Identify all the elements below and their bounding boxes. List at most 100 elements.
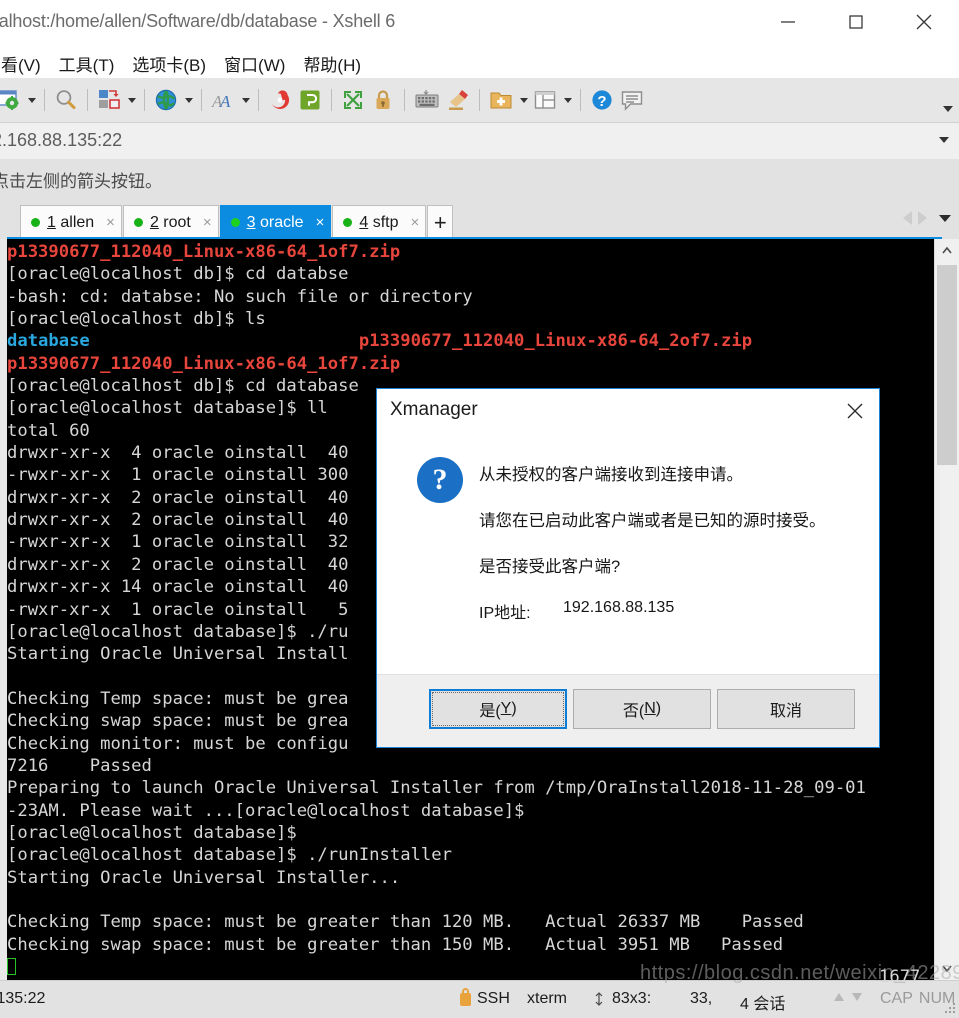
no-accelerator: N [644, 700, 656, 717]
no-label-pre: 否( [622, 703, 645, 720]
scroll-up-icon[interactable] [935, 239, 959, 263]
menu-item-tabs[interactable]: 选项卡(B) [123, 50, 215, 77]
terminal-line: -23AM. Please wait ...[oracle@localhost … [7, 800, 525, 821]
tab-allen[interactable]: 1 allen × [20, 205, 122, 239]
tab-root[interactable]: 2 root × [122, 205, 219, 239]
tab-label: 3 oracle [247, 214, 304, 232]
hint-text: 点击左侧的箭头按钮。 [0, 172, 162, 191]
terminal-left-gutter [0, 239, 7, 980]
help-button[interactable]: ? [587, 78, 617, 122]
dialog-message-line-3: 是否接受此客户端? [479, 558, 621, 576]
new-session-button[interactable] [0, 78, 24, 122]
file-transfer-button[interactable] [94, 78, 124, 122]
menu-item-view[interactable]: 看(V) [0, 50, 50, 77]
toolbar-overflow-icon[interactable] [943, 106, 953, 112]
scrollbar-thumb[interactable] [937, 265, 957, 465]
address-input[interactable]: 2.168.88.135:22 [0, 130, 122, 151]
lock-button[interactable] [368, 78, 398, 122]
terminal-line: Checking Temp space: must be greater tha… [7, 912, 804, 933]
font-dropdown-icon[interactable] [242, 97, 250, 103]
dialog-title-bar: Xmanager [377, 389, 879, 433]
upload-arrow-icon [834, 993, 844, 1001]
status-size: 83x3: [592, 990, 651, 1008]
fullscreen-button[interactable] [338, 78, 368, 122]
dialog-ip-label: IP地址: [479, 605, 531, 622]
dialog-ip-value: 192.168.88.135 [563, 599, 675, 616]
xmanager-dialog: Xmanager ? 从未授权的客户端接收到连接申请。 请您在已启动此客户端或者… [376, 388, 880, 748]
highlight-button[interactable] [443, 78, 473, 122]
new-session-dropdown-icon[interactable] [28, 97, 36, 103]
menu-item-tools[interactable]: 工具(T) [50, 50, 124, 77]
tab-sftp[interactable]: 4 sftp × [332, 205, 427, 239]
yes-label-pre: 是( [479, 703, 501, 720]
dialog-message-line-1: 从未授权的客户端接收到连接申请。 [479, 466, 743, 484]
tab-close-icon[interactable]: × [106, 215, 115, 230]
tab-label: 4 sftp [359, 214, 398, 232]
tab-scroll-left-icon[interactable] [903, 211, 912, 225]
terminal-line: [oracle@localhost database]$ ./runInstal… [7, 845, 452, 866]
chat-button[interactable] [617, 78, 647, 122]
tab-status-dot [343, 218, 353, 227]
tab-oracle[interactable]: 3 oracle × [219, 205, 332, 239]
terminal-line: p13390677_112040_Linux-x86-64_1of7.zip [7, 353, 401, 374]
terminal-cursor-line [7, 956, 935, 976]
dialog-yes-button[interactable]: 是(Y) [429, 689, 567, 729]
yes-label-post: ) [511, 700, 517, 717]
terminal-line: p13390677_112040_Linux-x86-64_1of7.zip [7, 242, 401, 262]
tab-number: 1 [47, 213, 56, 231]
dialog-no-button[interactable]: 否(N) [573, 689, 711, 729]
tab-scroll-right-icon[interactable] [918, 211, 927, 225]
dialog-cancel-button[interactable]: 取消 [717, 689, 855, 729]
menu-item-window[interactable]: 窗口(W) [215, 50, 294, 77]
layout-dropdown-icon[interactable] [564, 97, 572, 103]
tab-bar: 1 allen × 2 root × 3 oracle × 4 sftp × + [0, 199, 959, 239]
web-dropdown-icon[interactable] [185, 97, 193, 103]
font-button[interactable]: A A [208, 78, 238, 122]
menu-bar: 看(V) 工具(T) 选项卡(B) 窗口(W) 帮助(H) [0, 44, 959, 78]
new-folder-dropdown-icon[interactable] [520, 97, 528, 103]
menu-item-help[interactable]: 帮助(H) [294, 50, 370, 77]
minimize-button[interactable] [755, 0, 821, 44]
status-size-label: 83x3: [612, 990, 652, 1007]
toolbar-separator [580, 89, 581, 111]
web-button[interactable] [151, 78, 181, 122]
status-position-label: 33, [690, 990, 713, 1007]
tab-close-icon[interactable]: × [316, 215, 325, 230]
status-protocol-label: SSH [477, 990, 510, 1007]
maximize-button[interactable] [823, 0, 889, 44]
tab-close-icon[interactable]: × [203, 215, 212, 230]
file-transfer-dropdown-icon[interactable] [128, 97, 136, 103]
title-bar: calhost:/home/allen/Software/db/database… [0, 0, 959, 44]
yes-accelerator: Y [500, 700, 512, 717]
status-emulation: xterm [527, 990, 567, 1007]
new-tab-button[interactable]: + [427, 205, 454, 239]
xshell-button[interactable] [265, 78, 295, 122]
tab-number: 3 [246, 213, 256, 231]
status-protocol: SSH [460, 987, 510, 1008]
tab-status-dot [230, 218, 240, 227]
dialog-close-button[interactable] [831, 389, 879, 433]
address-bar[interactable]: 2.168.88.135:22 [0, 123, 959, 160]
new-folder-button[interactable] [486, 78, 516, 122]
find-button[interactable] [51, 78, 81, 122]
tab-list-dropdown-icon[interactable] [939, 214, 951, 222]
tab-title: sftp [372, 213, 399, 231]
keyboard-button[interactable] [411, 78, 443, 122]
resize-grip[interactable] [944, 1003, 956, 1015]
terminal-line: Checking swap space: must be greater tha… [7, 934, 784, 955]
tab-title: oracle [260, 213, 304, 231]
layout-button[interactable] [530, 78, 560, 122]
terminal-scrollbar[interactable] [934, 239, 959, 980]
xftp-button[interactable] [295, 78, 325, 122]
scroll-down-icon[interactable] [935, 956, 959, 980]
toolbar-separator [144, 89, 145, 111]
terminal-line: [oracle@localhost db]$ cd databse [7, 264, 349, 285]
status-host: .135:22 [0, 990, 46, 1007]
terminal-line: Preparing to launch Oracle Universal Ins… [7, 778, 866, 799]
close-button[interactable] [891, 0, 957, 44]
address-dropdown-icon[interactable] [939, 137, 949, 143]
tab-close-icon[interactable]: × [411, 215, 420, 230]
tab-status-dot [31, 218, 40, 227]
xshell-window: calhost:/home/allen/Software/db/database… [0, 0, 959, 1018]
